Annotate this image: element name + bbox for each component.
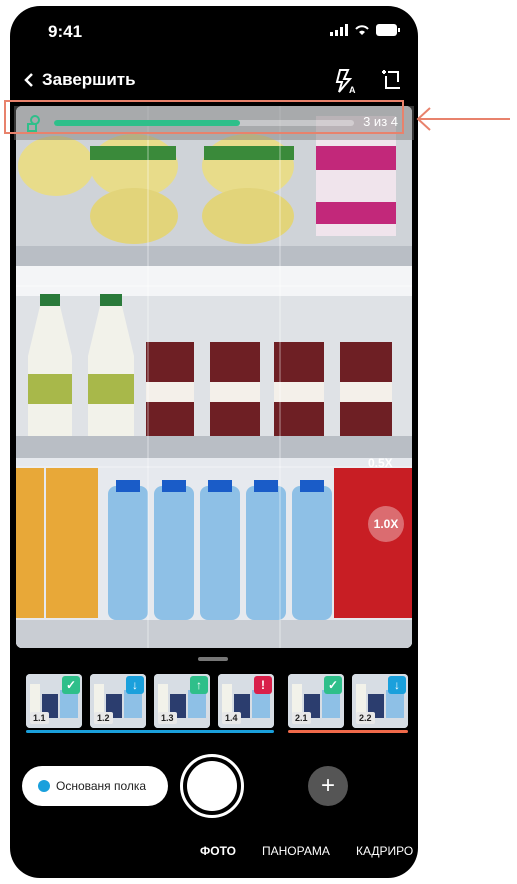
- arrow-up-icon: ↑: [190, 676, 208, 694]
- thumbnail-label: 1.1: [30, 712, 49, 724]
- drag-handle[interactable]: [198, 657, 228, 661]
- status-time: 9:41: [48, 22, 83, 41]
- thumbnail-label: 1.2: [94, 712, 113, 724]
- thumbnail-label: 1.3: [158, 712, 177, 724]
- mode-tab[interactable]: ПАНОРАМА: [262, 844, 330, 858]
- battery-icon: [376, 24, 400, 36]
- mode-tab[interactable]: КАДРИРО: [356, 844, 413, 858]
- phone-screen: 9:41 Завершить A 0.5X 1.0X 3 из 4 1.1 ✓ …: [10, 6, 418, 878]
- flash-auto-icon[interactable]: A: [334, 68, 358, 94]
- check-icon: ✓: [324, 676, 342, 694]
- signal-icon: [330, 24, 348, 36]
- status-icons: [330, 24, 400, 36]
- shelf-selector-label: Основаня полка: [56, 779, 147, 793]
- thumbnail-label: 1.4: [222, 712, 241, 724]
- back-button[interactable]: Завершить: [24, 70, 136, 90]
- thumbnail-label: 2.2: [356, 712, 375, 724]
- photo-thumbnail[interactable]: 1.4!: [218, 674, 274, 728]
- shelf-selector-button[interactable]: Основаня полка: [22, 766, 168, 806]
- photo-thumbnail[interactable]: 2.2 ↓: [352, 674, 408, 728]
- shelf-color-dot: [38, 780, 50, 792]
- capture-controls: Основаня полка +: [10, 750, 418, 818]
- thumbnail-label: 2.1: [292, 712, 311, 724]
- shutter-inner: [187, 761, 237, 811]
- shelf-photo: [16, 106, 412, 648]
- check-icon: ✓: [62, 676, 80, 694]
- group-indicator-1: [26, 730, 274, 733]
- photo-thumbnail[interactable]: 1.3 ↑: [154, 674, 210, 728]
- highlight-box: [4, 100, 404, 134]
- wifi-icon: [355, 25, 369, 35]
- status-bar: 9:41: [10, 6, 418, 58]
- zoom-option-0-5x[interactable]: 0.5X: [368, 456, 393, 470]
- zoom-option-1x[interactable]: 1.0X: [368, 506, 404, 542]
- plus-icon: +: [320, 772, 335, 799]
- shutter-button[interactable]: [180, 754, 244, 818]
- add-button[interactable]: +: [308, 766, 348, 806]
- photo-thumbnail[interactable]: 2.1 ✓: [288, 674, 344, 728]
- camera-viewfinder[interactable]: 0.5X 1.0X: [16, 106, 412, 648]
- chevron-left-icon: [24, 73, 33, 87]
- arrow-down-icon: ↓: [126, 676, 144, 694]
- nav-bar: Завершить A: [10, 62, 418, 102]
- camera-mode-selector: ФОТО ПАНОРАМА КАДРИРО: [10, 844, 418, 864]
- thumbnail-strip: 1.1 ✓ 1.2 ↓ 1.3 ↑ 1.4! 2.1 ✓ 2.2 ↓: [26, 670, 418, 730]
- photo-thumbnail[interactable]: 1.1 ✓: [26, 674, 82, 728]
- crop-icon[interactable]: [380, 68, 404, 92]
- photo-thumbnail[interactable]: 1.2 ↓: [90, 674, 146, 728]
- group-indicator-2: [288, 730, 408, 733]
- svg-text:A: A: [349, 85, 356, 94]
- exclamation-icon: !: [254, 676, 272, 694]
- arrow-down-icon: ↓: [388, 676, 406, 694]
- back-label: Завершить: [42, 70, 136, 89]
- mode-tab[interactable]: ФОТО: [200, 844, 236, 858]
- arrow-left-icon: [416, 107, 510, 131]
